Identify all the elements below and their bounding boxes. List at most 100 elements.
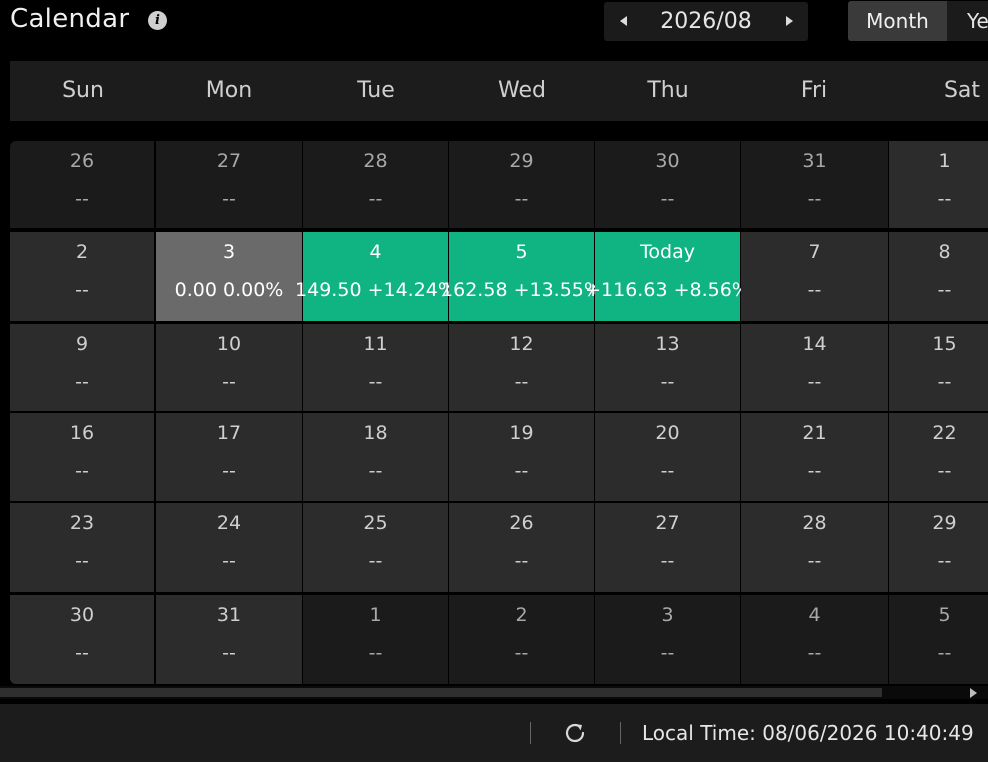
day-cell[interactable]: 18 -- bbox=[303, 413, 448, 501]
horizontal-scrollbar[interactable] bbox=[0, 686, 988, 699]
day-cell[interactable]: 17 -- bbox=[156, 413, 302, 501]
day-value: -- bbox=[368, 642, 383, 664]
day-cell[interactable]: 1 -- bbox=[303, 595, 448, 684]
day-cell[interactable]: 28 -- bbox=[741, 503, 888, 592]
day-cell[interactable]: 21 -- bbox=[741, 413, 888, 501]
day-value: -- bbox=[807, 279, 822, 301]
day-cell[interactable]: 10 -- bbox=[156, 324, 302, 411]
day-cell[interactable]: 4 149.50 +14.24% bbox=[295, 232, 456, 321]
view-year-tab[interactable]: Ye bbox=[948, 1, 988, 41]
day-value: -- bbox=[514, 642, 529, 664]
day-value: -- bbox=[222, 188, 236, 210]
weekday-label: Tue bbox=[357, 78, 395, 103]
day-cell[interactable]: 8 -- bbox=[889, 232, 988, 321]
day-cell[interactable]: 16 -- bbox=[10, 413, 154, 501]
day-value: -- bbox=[807, 642, 822, 664]
day-cell[interactable]: 7 -- bbox=[741, 232, 888, 321]
day-number: 27 bbox=[655, 512, 680, 534]
day-cell[interactable]: 1 -- bbox=[889, 141, 988, 228]
weekday-label: Sat bbox=[943, 78, 981, 103]
day-cell[interactable]: 28 -- bbox=[303, 141, 448, 228]
month-navigator: 2026/08 bbox=[604, 2, 808, 41]
day-cell[interactable]: 15 -- bbox=[889, 324, 988, 411]
day-value: -- bbox=[368, 188, 383, 210]
day-number: 5 bbox=[938, 604, 951, 626]
day-number: 17 bbox=[216, 422, 242, 444]
day-cell[interactable]: 19 -- bbox=[449, 413, 594, 501]
day-cell[interactable]: 13 -- bbox=[595, 324, 740, 411]
day-value: +116.63 +8.56% bbox=[585, 279, 750, 301]
day-number: 14 bbox=[802, 333, 827, 355]
day-value: -- bbox=[660, 642, 675, 664]
weekday-label: Sun bbox=[62, 78, 104, 103]
day-number: 26 bbox=[509, 512, 534, 534]
day-number: 21 bbox=[802, 422, 827, 444]
day-number: 7 bbox=[808, 241, 821, 263]
divider bbox=[620, 722, 621, 744]
day-cell[interactable]: 14 -- bbox=[741, 324, 888, 411]
day-cell[interactable]: 29 -- bbox=[449, 141, 594, 228]
day-cell[interactable]: 26 -- bbox=[449, 503, 594, 592]
day-cell[interactable]: 26 -- bbox=[10, 141, 154, 228]
day-number: 19 bbox=[509, 422, 534, 444]
day-value: -- bbox=[222, 550, 236, 572]
day-number: 9 bbox=[75, 333, 89, 355]
local-time-readout: Local Time: 08/06/2026 10:40:49 bbox=[642, 721, 974, 745]
scrollbar-thumb[interactable] bbox=[0, 688, 882, 697]
weekday-label: Thu bbox=[647, 78, 689, 103]
day-cell[interactable]: 5 -- bbox=[889, 595, 988, 684]
day-value: -- bbox=[807, 550, 822, 572]
day-number: 13 bbox=[655, 333, 680, 355]
day-number: 29 bbox=[932, 512, 957, 534]
day-cell[interactable]: 29 -- bbox=[889, 503, 988, 592]
day-cell[interactable]: 2 -- bbox=[449, 595, 594, 684]
day-value: -- bbox=[660, 460, 675, 482]
day-number: 4 bbox=[369, 241, 382, 263]
day-value: -- bbox=[75, 371, 89, 393]
day-value: 162.58 +13.55% bbox=[441, 279, 602, 301]
previous-month-button[interactable] bbox=[604, 2, 644, 41]
info-icon[interactable]: i bbox=[148, 11, 167, 30]
day-cell[interactable]: Today +116.63 +8.56% bbox=[585, 232, 750, 321]
day-value: -- bbox=[75, 279, 89, 301]
day-number: 30 bbox=[69, 604, 95, 626]
day-number: Today bbox=[640, 241, 695, 263]
day-cell[interactable]: 22 -- bbox=[889, 413, 988, 501]
day-cell[interactable]: 3 -- bbox=[595, 595, 740, 684]
day-cell[interactable]: 27 -- bbox=[156, 141, 302, 228]
day-cell[interactable]: 2 -- bbox=[10, 232, 154, 321]
day-cell[interactable]: 3 0.00 0.00% bbox=[156, 232, 302, 321]
day-cell[interactable]: 12 -- bbox=[449, 324, 594, 411]
scroll-right-arrow-icon[interactable] bbox=[970, 688, 977, 698]
day-cell[interactable]: 20 -- bbox=[595, 413, 740, 501]
day-number: 1 bbox=[369, 604, 382, 626]
day-cell[interactable]: 9 -- bbox=[10, 324, 154, 411]
day-number: 3 bbox=[222, 241, 236, 263]
status-bar: Local Time: 08/06/2026 10:40:49 bbox=[0, 704, 988, 762]
day-number: 2 bbox=[75, 241, 89, 263]
view-toggle: Month Ye bbox=[848, 1, 988, 41]
day-cell[interactable]: 27 -- bbox=[595, 503, 740, 592]
view-month-tab[interactable]: Month bbox=[848, 1, 947, 41]
current-month-label[interactable]: 2026/08 bbox=[644, 2, 768, 41]
day-cell[interactable]: 4 -- bbox=[741, 595, 888, 684]
day-cell[interactable]: 25 -- bbox=[303, 503, 448, 592]
day-value: 149.50 +14.24% bbox=[295, 279, 456, 301]
day-number: 10 bbox=[216, 333, 242, 355]
next-month-button[interactable] bbox=[768, 2, 808, 41]
day-value: -- bbox=[937, 550, 952, 572]
day-cell[interactable]: 31 -- bbox=[741, 141, 888, 228]
day-cell[interactable]: 24 -- bbox=[156, 503, 302, 592]
day-number: 24 bbox=[216, 512, 242, 534]
day-cell[interactable]: 5 162.58 +13.55% bbox=[441, 232, 602, 321]
weekday-header: Sun Mon Tue Wed Thu Fri Sat bbox=[10, 61, 988, 121]
day-cell[interactable]: 23 -- bbox=[10, 503, 154, 592]
refresh-icon[interactable] bbox=[562, 720, 588, 746]
day-cell[interactable]: 31 -- bbox=[156, 595, 302, 684]
day-cell[interactable]: 30 -- bbox=[10, 595, 154, 684]
day-cell[interactable]: 30 -- bbox=[595, 141, 740, 228]
day-number: 31 bbox=[802, 150, 827, 172]
day-cell[interactable]: 11 -- bbox=[303, 324, 448, 411]
day-value: -- bbox=[75, 188, 89, 210]
page-title: Calendar bbox=[10, 4, 130, 34]
